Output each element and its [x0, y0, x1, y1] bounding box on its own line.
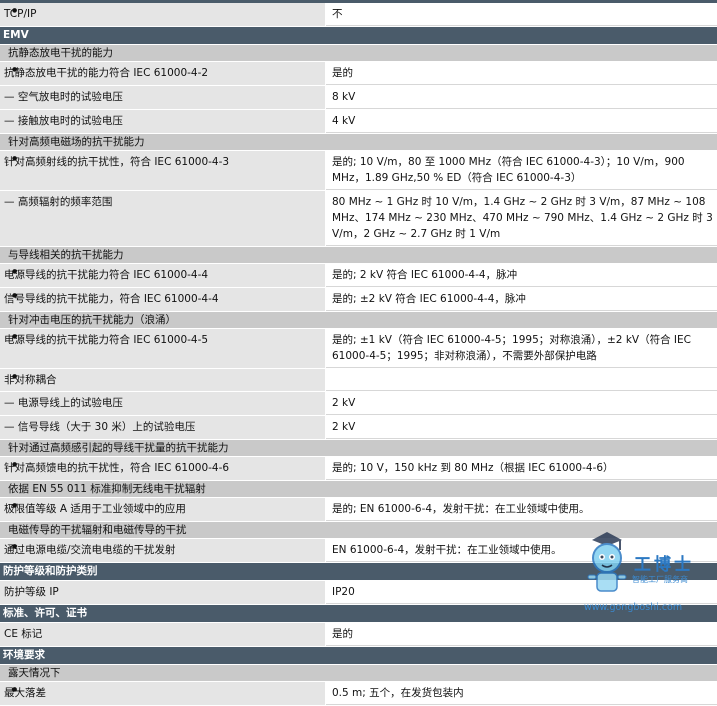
robot-mascot-icon [587, 532, 627, 592]
spec-label: 最大落差 [0, 682, 326, 705]
watermark-url: www.gongboshi.com [584, 602, 683, 613]
spec-value: 是的; 10 V/m，80 至 1000 MHz（符合 IEC 61000-4-… [326, 151, 717, 190]
spec-value: 2 kV [326, 392, 717, 415]
spec-value: 是的; ±1 kV（符合 IEC 61000-4-5；1995；对称浪涌），±2… [326, 329, 717, 368]
spec-row: 针对高频馈电的抗干扰性，符合 IEC 61000-4-6是的; 10 V，150… [0, 457, 717, 481]
spec-label: — 接触放电时的试验电压 [0, 110, 326, 133]
category-header: 环境要求 [0, 647, 717, 665]
subsection-header: 针对冲击电压的抗干扰能力（浪涌） [0, 312, 717, 329]
spec-label: — 高频辐射的频率范围 [0, 191, 326, 246]
spec-row: 最大落差0.5 m; 五个，在发货包装内 [0, 682, 717, 706]
subsection-header: 与导线相关的抗干扰能力 [0, 247, 717, 264]
spec-value: 2 kV [326, 416, 717, 439]
spec-row: TCP/IP不 [0, 3, 717, 27]
spec-label: 非对称耦合 [0, 369, 326, 391]
spec-value: 8 kV [326, 86, 717, 109]
subsection-header: 针对高频电磁场的抗干扰能力 [0, 134, 717, 151]
spec-row: 信号导线的抗干扰能力，符合 IEC 61000-4-4是的; ±2 kV 符合 … [0, 288, 717, 312]
spec-value [326, 369, 717, 391]
spec-row: 非对称耦合 [0, 369, 717, 392]
spec-row: 电源导线的抗干扰能力符合 IEC 61000-4-4是的; 2 kV 符合 IE… [0, 264, 717, 288]
spec-label: 通过电源电缆/交流电电缆的干扰发射 [0, 539, 326, 562]
spec-value: 是的 [326, 623, 717, 646]
spec-label: 抗静态放电干扰的能力符合 IEC 61000-4-2 [0, 62, 326, 85]
spec-row: 抗静态放电干扰的能力符合 IEC 61000-4-2是的 [0, 62, 717, 86]
spec-row: — 接触放电时的试验电压 4 kV [0, 110, 717, 134]
spec-row: — 空气放电时的试验电压 8 kV [0, 86, 717, 110]
spec-value: 是的; ±2 kV 符合 IEC 61000-4-4，脉冲 [326, 288, 717, 311]
spec-row: 极限值等级 A 适用于工业领域中的应用是的; EN 61000-6-4，发射干扰… [0, 498, 717, 522]
spec-value: 是的 [326, 62, 717, 85]
spec-row: 针对高频射线的抗干扰性，符合 IEC 61000-4-3是的; 10 V/m，8… [0, 151, 717, 191]
spec-label: 针对高频射线的抗干扰性，符合 IEC 61000-4-3 [0, 151, 326, 190]
spec-label: — 空气放电时的试验电压 [0, 86, 326, 109]
spec-value: 是的; 2 kV 符合 IEC 61000-4-4，脉冲 [326, 264, 717, 287]
watermark-subtitle: 智能工厂服务商 [632, 575, 688, 584]
spec-value: 0.5 m; 五个，在发货包装内 [326, 682, 717, 705]
subsection-header: 依据 EN 55 011 标准抑制无线电干扰辐射 [0, 481, 717, 498]
spec-label: 防护等级 IP [0, 581, 326, 604]
spec-label: 针对高频馈电的抗干扰性，符合 IEC 61000-4-6 [0, 457, 326, 480]
spec-label: CE 标记 [0, 623, 326, 646]
spec-row: — 电源导线上的试验电压 2 kV [0, 392, 717, 416]
spec-label: 极限值等级 A 适用于工业领域中的应用 [0, 498, 326, 521]
subsection-header: 露天情况下 [0, 665, 717, 682]
spec-label: TCP/IP [0, 3, 326, 26]
watermark-title: 工博士 [634, 555, 694, 575]
category-header: EMV [0, 27, 717, 45]
spec-value: 不 [326, 3, 717, 26]
subsection-header: 针对通过高频感引起的导线干扰量的抗干扰能力 [0, 440, 717, 457]
spec-row: 电源导线的抗干扰能力符合 IEC 61000-4-5是的; ±1 kV（符合 I… [0, 329, 717, 369]
gongboshi-watermark: 工博士 智能工厂服务商 www.gongboshi.com [582, 528, 717, 615]
spec-row: — 信号导线（大于 30 米）上的试验电压 2 kV [0, 416, 717, 440]
spec-value: 4 kV [326, 110, 717, 133]
spec-row: — 高频辐射的频率范围 80 MHz ~ 1 GHz 时 10 V/m，1.4 G… [0, 191, 717, 247]
spec-label: 信号导线的抗干扰能力，符合 IEC 61000-4-4 [0, 288, 326, 311]
spec-label: — 信号导线（大于 30 米）上的试验电压 [0, 416, 326, 439]
spec-value: 是的; EN 61000-6-4，发射干扰：在工业领域中使用。 [326, 498, 717, 521]
spec-label: 电源导线的抗干扰能力符合 IEC 61000-4-4 [0, 264, 326, 287]
subsection-header: 抗静态放电干扰的能力 [0, 45, 717, 62]
spec-value: 80 MHz ~ 1 GHz 时 10 V/m，1.4 GHz ~ 2 GHz … [326, 191, 717, 246]
spec-value: 是的; 10 V，150 kHz 到 80 MHz（根据 IEC 61000-4… [326, 457, 717, 480]
spec-row: CE 标记 是的 [0, 623, 717, 647]
spec-label: — 电源导线上的试验电压 [0, 392, 326, 415]
spec-label: 电源导线的抗干扰能力符合 IEC 61000-4-5 [0, 329, 326, 368]
